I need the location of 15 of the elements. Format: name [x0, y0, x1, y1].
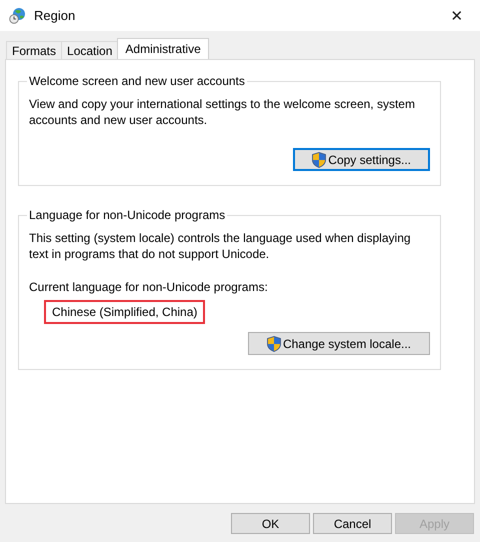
- window-title: Region: [34, 8, 76, 23]
- field-label: Current language for non-Unicode programs:: [29, 280, 269, 294]
- dialog-button[interactable]: OK: [231, 513, 310, 534]
- settings-button[interactable]: Copy settings...: [293, 148, 430, 171]
- locale-value: Chinese (Simplified, China): [44, 300, 206, 324]
- settings-button[interactable]: Change system locale...: [248, 332, 430, 355]
- tab[interactable]: Formats: [6, 41, 62, 59]
- tab[interactable]: Administrative: [117, 38, 209, 59]
- description-text: View and copy your international settings to the welcome screen, system accounts and new user accounts.: [29, 96, 416, 128]
- group-title: Language for non-Unicode programs: [28, 208, 226, 222]
- group-title: Welcome screen and new user accounts: [28, 74, 246, 88]
- description-text: This setting (system locale) controls the language used when displaying text in programs that do not support Unicode.: [29, 230, 412, 262]
- dialog-button[interactable]: Cancel: [313, 513, 392, 534]
- close-button[interactable]: ✕: [434, 0, 480, 31]
- globe-icon: [9, 7, 26, 24]
